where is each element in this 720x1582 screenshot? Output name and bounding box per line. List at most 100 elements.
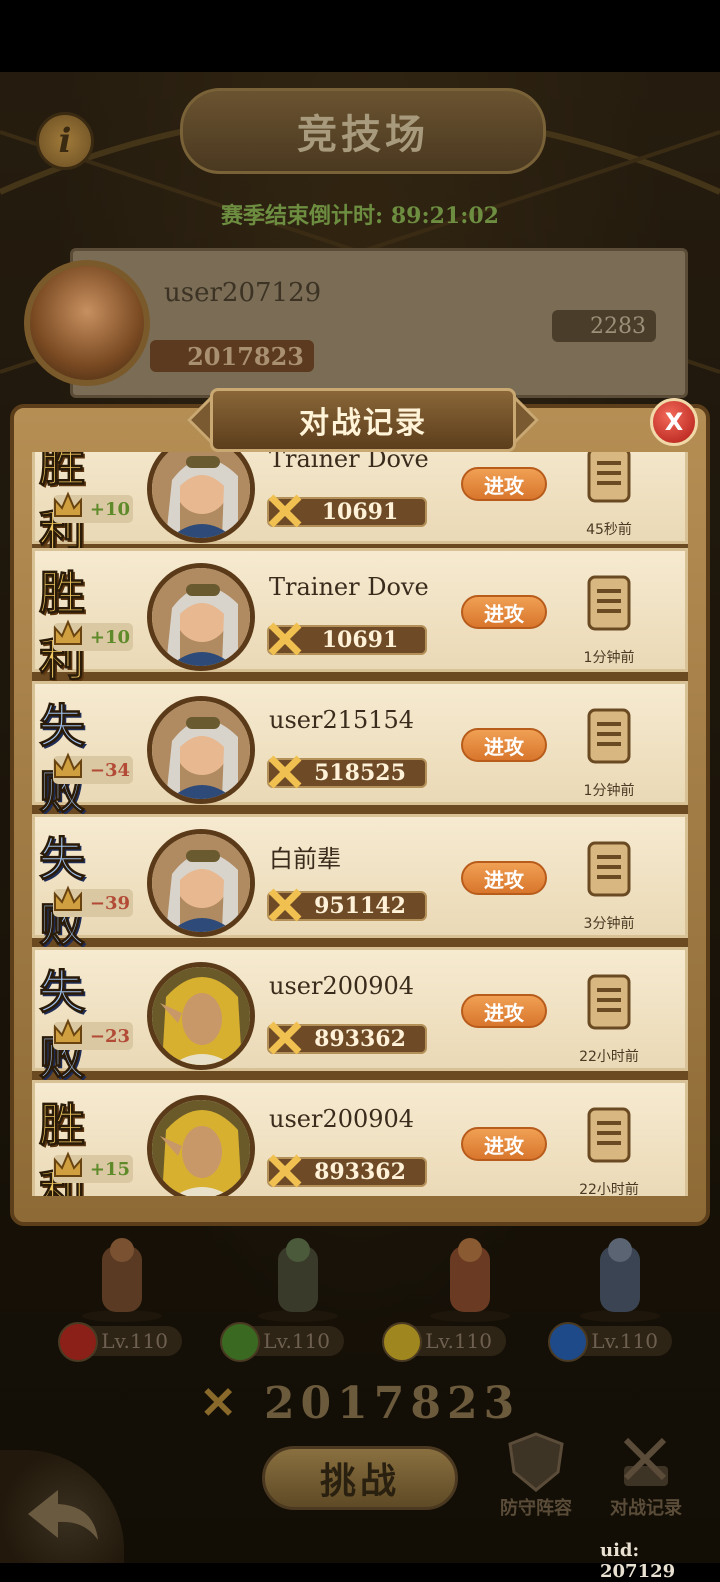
battle-records-button[interactable]: 对战记录 <box>596 1428 696 1528</box>
goggles-hero-portrait <box>152 834 250 932</box>
record-row: 胜 利 +10 Trainer Dove 10691 进攻 45秒前 <box>32 452 688 559</box>
hero-level-badge: Lv.110 <box>220 1322 344 1362</box>
opponent-power-value: 951142 <box>314 893 406 919</box>
crossed-swords-icon <box>268 755 302 789</box>
battle-replay-scroll-icon[interactable] <box>581 452 635 505</box>
opponent-power-value: 518525 <box>314 760 406 786</box>
crossed-swords-icon: ✕ <box>199 1378 243 1429</box>
team-hero-1[interactable] <box>62 1236 182 1324</box>
hero-level-badge: Lv.110 <box>548 1322 672 1362</box>
battle-records-label: 对战记录 <box>610 1498 682 1519</box>
opponent-power-value: 10691 <box>321 499 399 525</box>
team-hero-2[interactable] <box>238 1236 358 1324</box>
trophy-delta: +10 <box>89 498 131 520</box>
earth-element-icon <box>382 1322 422 1362</box>
attack-button[interactable]: 进攻 <box>461 728 547 762</box>
season-countdown: 赛季结束倒计时: 89:21:02 <box>0 198 720 230</box>
attack-button[interactable]: 进攻 <box>461 467 547 501</box>
player-power-value: 2017823 <box>187 341 304 371</box>
opponent-avatar[interactable] <box>147 962 255 1070</box>
record-row: 失 败 −39 白前辈 951142 进攻 3分钟前 <box>32 814 688 953</box>
close-icon: X <box>664 408 684 436</box>
defense-lineup-label: 防守阵容 <box>500 1498 572 1519</box>
opponent-avatar[interactable] <box>147 452 255 543</box>
crossed-swords-icon <box>268 1154 302 1188</box>
crossed-swords-icon <box>268 1021 302 1055</box>
trophy-delta: −39 <box>89 892 131 914</box>
hero-level: Lv.110 <box>101 1329 168 1353</box>
player-power: 2017823 <box>150 340 314 372</box>
battle-replay-scroll-icon[interactable] <box>581 573 635 633</box>
info-icon: i <box>58 121 72 161</box>
player-trophy-value: 2283 <box>590 313 646 339</box>
back-arrow-icon <box>28 1490 98 1540</box>
countdown-value: 89:21:02 <box>390 203 499 229</box>
crossed-swords-book-icon <box>623 1437 668 1486</box>
battle-replay-scroll-icon[interactable] <box>581 706 635 766</box>
opponent-name: 白前辈 <box>269 845 341 873</box>
crown-icon <box>51 615 85 651</box>
opponent-power-value: 10691 <box>321 627 399 653</box>
fire-element-icon <box>58 1322 98 1362</box>
countdown-label: 赛季结束倒计时: <box>221 203 384 229</box>
hero-figure-icon <box>258 1238 338 1322</box>
trophy-delta: −34 <box>89 759 131 781</box>
record-row: 胜 利 +15 user200904 893362 进攻 22小时前 <box>32 1080 688 1196</box>
opponent-name: user200904 <box>269 1105 415 1133</box>
opponent-name: Trainer Dove <box>269 573 429 601</box>
hooded-elf-hero-portrait <box>152 967 250 1065</box>
uid-label: uid: 207129 <box>600 1540 676 1582</box>
hero-level-badge: Lv.110 <box>58 1322 182 1362</box>
opponent-name: Trainer Dove <box>269 452 429 473</box>
attack-button[interactable]: 进攻 <box>461 1127 547 1161</box>
close-button[interactable]: X <box>650 398 698 446</box>
crown-icon <box>51 487 85 523</box>
shield-icon <box>508 1432 564 1492</box>
hero-level: Lv.110 <box>263 1329 330 1353</box>
hero-level: Lv.110 <box>591 1329 658 1353</box>
player-name: user207129 <box>164 278 322 308</box>
hero-level-badge: Lv.110 <box>382 1322 506 1362</box>
goggles-hero-portrait <box>152 568 250 666</box>
trophy-delta: +15 <box>89 1158 131 1180</box>
battle-time: 22小时前 <box>579 1049 639 1065</box>
battle-replay-scroll-icon[interactable] <box>581 1105 635 1165</box>
team-hero-4[interactable] <box>560 1236 680 1324</box>
opponent-power-value: 893362 <box>314 1159 406 1185</box>
hero-figure-icon <box>580 1238 660 1322</box>
battle-time: 22小时前 <box>579 1182 639 1196</box>
goggles-hero-portrait <box>152 452 250 538</box>
trophy-delta: +10 <box>89 626 131 648</box>
attack-button[interactable]: 进攻 <box>461 994 547 1028</box>
battle-replay-scroll-icon[interactable] <box>581 839 635 899</box>
team-power-value: 2017823 <box>263 1378 521 1429</box>
records-list[interactable]: 胜 利 +10 Trainer Dove 10691 进攻 45秒前 胜 利 +… <box>32 452 688 1196</box>
player-avatar[interactable] <box>24 260 150 386</box>
team-hero-3[interactable] <box>410 1236 530 1324</box>
water-element-icon <box>548 1322 588 1362</box>
player-trophies: 2283 <box>552 310 656 342</box>
challenge-button[interactable]: 挑战 <box>262 1446 458 1510</box>
opponent-avatar[interactable] <box>147 696 255 804</box>
crown-icon <box>51 1014 85 1050</box>
attack-button[interactable]: 进攻 <box>461 861 547 895</box>
battle-time: 1分钟前 <box>583 783 635 799</box>
defense-lineup-button[interactable]: 防守阵容 <box>486 1428 586 1528</box>
page-title: 竞技场 <box>180 88 546 174</box>
crown-icon <box>51 748 85 784</box>
hooded-elf-hero-portrait <box>152 1100 250 1196</box>
team-power: ✕ 2017823 <box>0 1378 720 1429</box>
info-button[interactable]: i <box>36 112 94 170</box>
opponent-name: user200904 <box>269 972 415 1000</box>
battle-replay-scroll-icon[interactable] <box>581 972 635 1032</box>
opponent-name: user215154 <box>269 706 415 734</box>
crossed-swords-icon <box>268 622 302 656</box>
opponent-avatar[interactable] <box>147 563 255 671</box>
hero-level: Lv.110 <box>425 1329 492 1353</box>
trophy-delta: −23 <box>89 1025 131 1047</box>
attack-button[interactable]: 进攻 <box>461 595 547 629</box>
crossed-swords-icon <box>268 494 302 528</box>
opponent-avatar[interactable] <box>147 1095 255 1196</box>
crossed-swords-icon <box>268 888 302 922</box>
opponent-avatar[interactable] <box>147 829 255 937</box>
